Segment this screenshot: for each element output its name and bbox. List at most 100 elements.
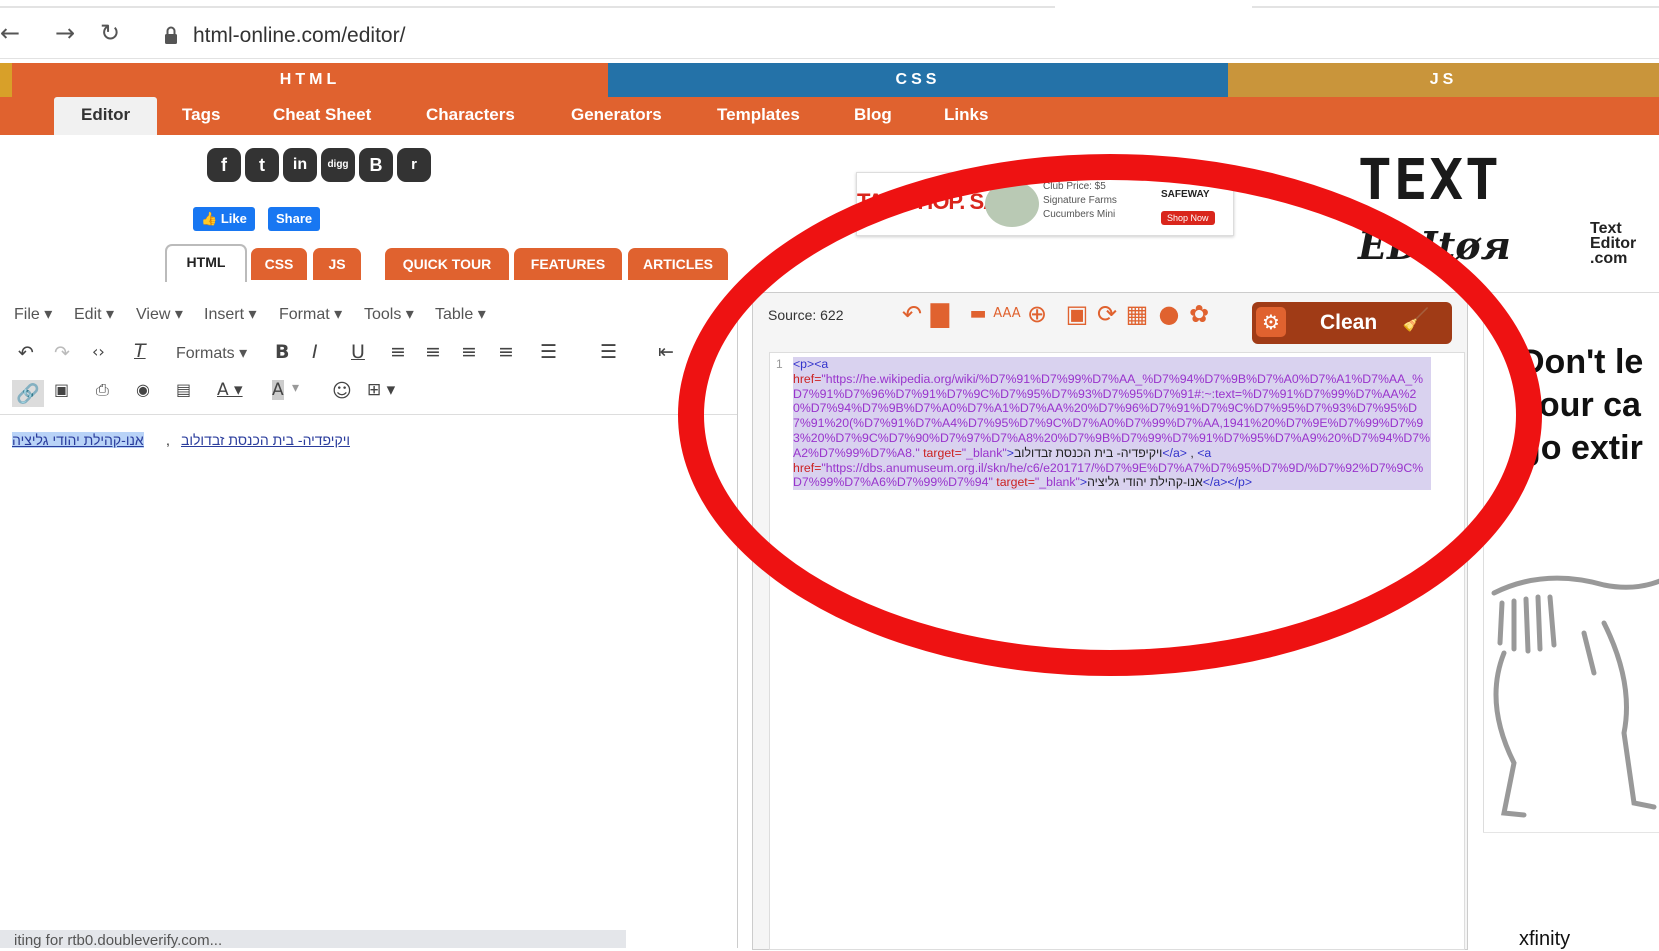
- media-icon[interactable]: ▤: [176, 380, 191, 399]
- code-a-open2: <a: [1197, 445, 1212, 460]
- menu-table[interactable]: Table ▾: [435, 304, 486, 324]
- menu-edit[interactable]: Edit ▾: [74, 304, 114, 324]
- forward-icon[interactable]: →: [55, 20, 75, 46]
- menu-format[interactable]: Format ▾: [279, 304, 342, 324]
- undo-icon[interactable]: ↶: [18, 342, 34, 364]
- subnav-editor[interactable]: Editor: [54, 97, 158, 135]
- emoticon-icon[interactable]: ☺: [332, 380, 352, 402]
- undo-source-icon[interactable]: ↶: [899, 300, 925, 328]
- code-target1-attr: target=: [923, 445, 962, 460]
- content-link-anu[interactable]: אנו-קהילת יהודי גליציה: [12, 432, 144, 448]
- pill-quick-tour[interactable]: QUICK TOUR: [385, 248, 509, 280]
- reddit-icon[interactable]: r: [397, 148, 431, 182]
- print-icon[interactable]: ⎙: [96, 380, 109, 400]
- font-size-icon[interactable]: AAA: [992, 300, 1022, 328]
- ad-brand: SAFEWAY: [1161, 189, 1210, 200]
- subnav-blog[interactable]: Blog: [854, 97, 892, 135]
- code-p-open: <p><a: [793, 357, 829, 371]
- bold-icon[interactable]: B: [275, 341, 289, 363]
- table-icon[interactable]: ⊞ ▾: [367, 380, 395, 400]
- clean-label: Clean: [1320, 311, 1378, 334]
- banner-ad[interactable]: TAP. SHOP. SAVE. Club Price: $5 Signatur…: [856, 172, 1234, 236]
- back-icon[interactable]: ←: [0, 20, 20, 46]
- clear-format-icon[interactable]: T: [134, 340, 146, 362]
- mouse-icon[interactable]: ●: [1156, 300, 1182, 328]
- content-link-wikipedia[interactable]: ויקיפדיה- בית הכנסת זבדולוב: [181, 432, 350, 448]
- underline-icon[interactable]: U: [351, 341, 365, 363]
- subnav-characters[interactable]: Characters: [426, 97, 515, 135]
- dinosaur-skeleton-image: [1491, 575, 1659, 818]
- tab-js-section[interactable]: JS: [1228, 63, 1659, 97]
- bgcolor-chevron-icon[interactable]: ▾: [292, 380, 299, 396]
- subnav-links[interactable]: Links: [944, 97, 988, 135]
- facebook-share-button[interactable]: Share: [268, 207, 321, 231]
- sub-navigation: Editor Tags Cheat Sheet Characters Gener…: [0, 97, 1659, 135]
- pill-css[interactable]: CSS: [251, 248, 307, 280]
- minimize-icon[interactable]: ▬: [965, 300, 991, 328]
- align-right-icon[interactable]: ≡: [461, 341, 477, 363]
- code-target2-value: "_blank": [1034, 475, 1080, 490]
- formats-dropdown[interactable]: Formats ▾: [176, 343, 247, 363]
- subnav-generators[interactable]: Generators: [571, 97, 662, 135]
- redo-icon[interactable]: ↷: [54, 342, 70, 364]
- bullet-list-icon[interactable]: ☰: [540, 341, 557, 363]
- subnav-templates[interactable]: Templates: [717, 97, 800, 135]
- ad-line1: Club Price: $5: [1043, 181, 1106, 192]
- subnav-cheat-sheet[interactable]: Cheat Sheet: [273, 97, 371, 135]
- file-icon[interactable]: ▇: [927, 300, 953, 328]
- pane-divider: [737, 290, 738, 948]
- menu-insert[interactable]: Insert ▾: [204, 304, 257, 324]
- italic-icon[interactable]: I: [312, 341, 318, 363]
- source-code[interactable]: <p><a href="https://he.wikipedia.org/wiki…: [793, 357, 1431, 491]
- side-ad-footer: xfinity: [1483, 832, 1659, 950]
- pill-js[interactable]: JS: [313, 248, 361, 280]
- subnav-tags[interactable]: Tags: [182, 97, 220, 135]
- clean-button[interactable]: ⚙ Clean 🧹: [1252, 302, 1452, 344]
- adchoices-icon[interactable]: ▷✕: [1201, 173, 1220, 187]
- menu-view[interactable]: View ▾: [136, 304, 183, 324]
- ad-line2: Signature Farms: [1043, 195, 1117, 206]
- blogger-icon[interactable]: B: [359, 148, 393, 182]
- numbered-list-icon[interactable]: ☰: [600, 341, 617, 363]
- link-icon[interactable]: 🔗: [12, 380, 44, 407]
- preview-icon[interactable]: ◉: [136, 380, 150, 399]
- code-target1-value: "_blank": [961, 445, 1007, 460]
- align-justify-icon[interactable]: ≡: [498, 341, 514, 363]
- align-left-icon[interactable]: ≡: [390, 341, 406, 363]
- align-center-icon[interactable]: ≡: [425, 341, 441, 363]
- palette-icon[interactable]: ✿: [1186, 300, 1212, 328]
- pill-html[interactable]: HTML: [165, 244, 247, 282]
- outdent-icon[interactable]: ⇤: [658, 341, 674, 363]
- twitter-icon[interactable]: t: [245, 148, 279, 182]
- logo-text-line2: EDItøя: [1358, 223, 1511, 268]
- wysiwyg-content[interactable]: אנו-קהילת יהודי גליציה , ויקיפדיה- בית ה…: [0, 432, 738, 454]
- background-color-icon[interactable]: A: [272, 380, 284, 400]
- code-icon[interactable]: ‹›: [92, 342, 105, 361]
- tab-html-section[interactable]: HTML: [12, 63, 608, 97]
- digg-icon[interactable]: digg: [321, 148, 355, 182]
- side-ad[interactable]: Don't le your ca go extir: [1483, 292, 1659, 833]
- pill-articles[interactable]: ARTICLES: [628, 248, 728, 280]
- clipboard-icon[interactable]: ▦: [1124, 300, 1150, 328]
- ad-cta-button[interactable]: Shop Now: [1161, 211, 1215, 225]
- texteditor-logo[interactable]: TEXT EDItøя Text Editor .com: [1358, 148, 1658, 278]
- reload-icon[interactable]: ↻: [100, 20, 120, 46]
- menu-file[interactable]: File ▾: [14, 304, 52, 324]
- refresh-icon[interactable]: ⟳: [1094, 300, 1120, 328]
- linkedin-icon[interactable]: in: [283, 148, 317, 182]
- settings-icon[interactable]: ⚙: [1256, 307, 1286, 337]
- text-color-icon[interactable]: A ▾: [217, 380, 243, 400]
- lock-icon: [165, 26, 177, 44]
- code-a-close1: </a>: [1162, 445, 1187, 460]
- address-bar[interactable]: html-online.com/editor/: [193, 24, 405, 48]
- image-icon[interactable]: ▣: [54, 380, 69, 399]
- compress-icon[interactable]: ▣: [1064, 300, 1090, 328]
- tab-css-section[interactable]: CSS: [608, 63, 1228, 97]
- facebook-icon[interactable]: f: [207, 148, 241, 182]
- indent-icon[interactable]: ⇥: [690, 341, 706, 363]
- facebook-like-button[interactable]: 👍 Like: [193, 207, 255, 231]
- add-icon[interactable]: ⊕: [1024, 300, 1050, 328]
- code-href1-attr: href=: [793, 371, 822, 386]
- menu-tools[interactable]: Tools ▾: [364, 304, 414, 324]
- pill-features[interactable]: FEATURES: [514, 248, 622, 280]
